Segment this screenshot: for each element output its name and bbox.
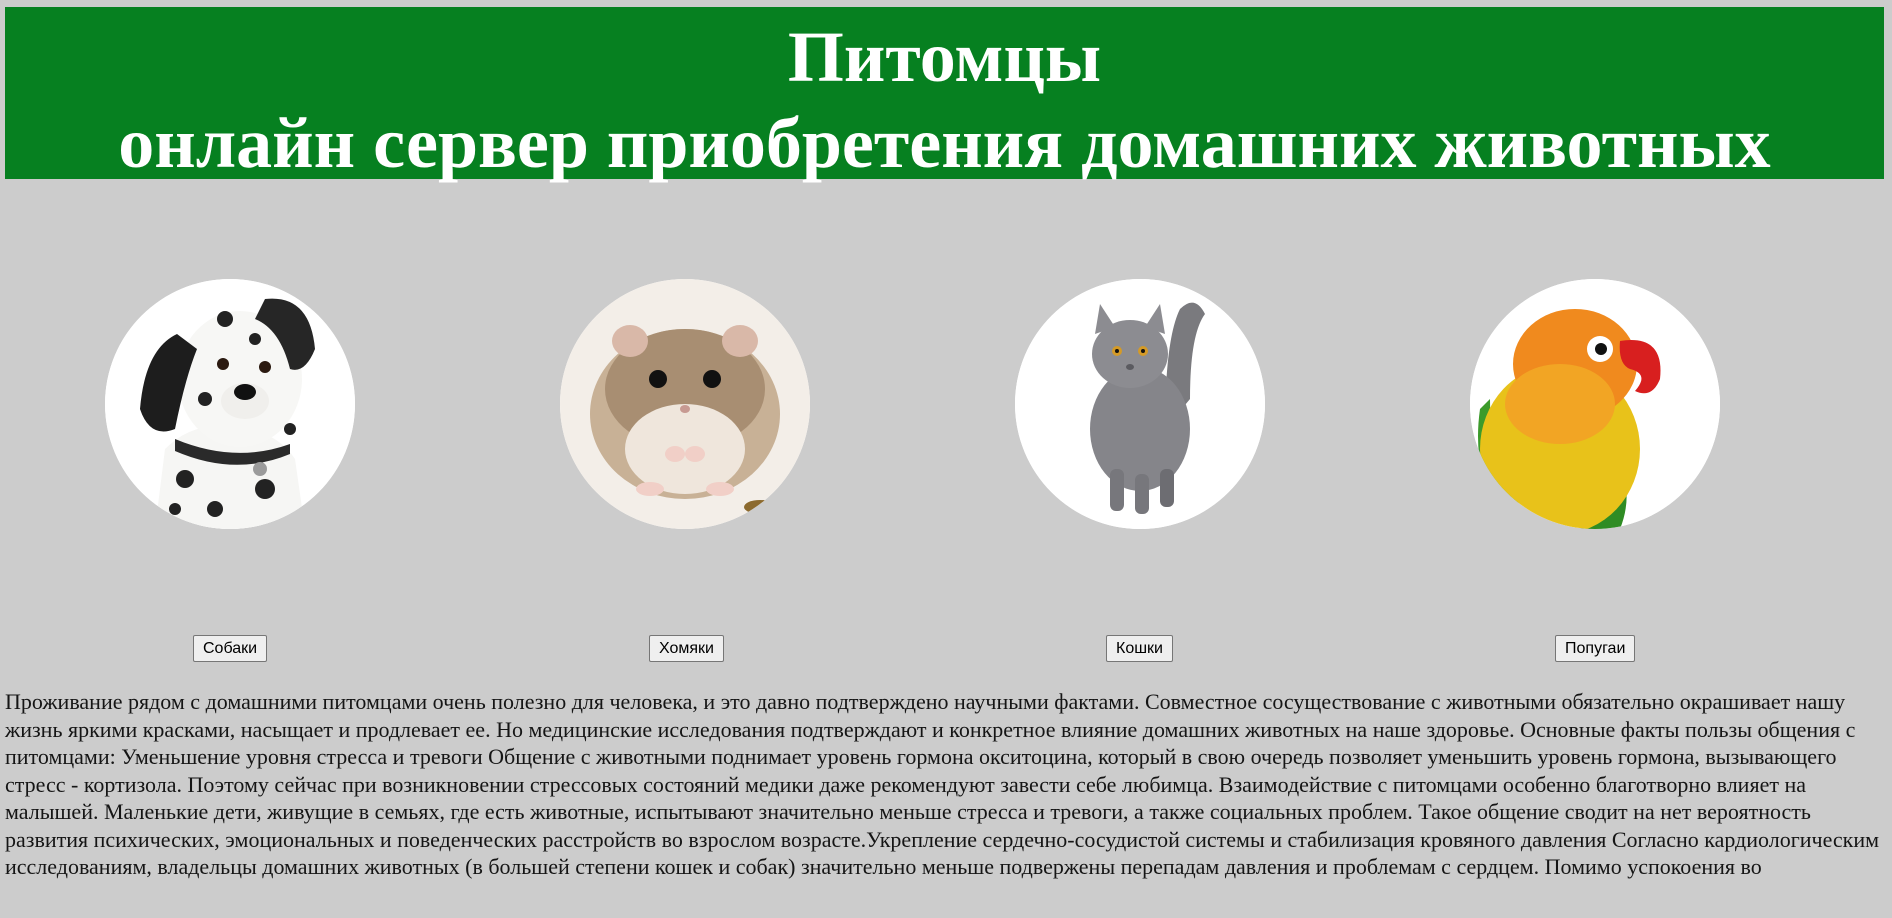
dalmatian-dog-icon[interactable] — [105, 279, 355, 529]
site-header: Питомцы онлайн сервер приобретения домаш… — [5, 7, 1884, 183]
dogs-button[interactable]: Собаки — [193, 635, 268, 662]
lovebird-parrot-icon[interactable] — [1470, 279, 1720, 529]
page-title: Питомцы — [787, 17, 1102, 97]
hamsters-button[interactable]: Хомяки — [649, 635, 724, 662]
article-text: Проживание рядом с домашними питомцами о… — [5, 689, 1880, 879]
grey-cat-icon[interactable] — [1015, 279, 1265, 529]
pet-card-dogs — [105, 279, 355, 529]
parrots-button[interactable]: Попугаи — [1555, 635, 1636, 662]
pet-card-parrots — [1470, 279, 1720, 529]
pet-card-hamsters — [560, 279, 810, 529]
page-subtitle: онлайн сервер приобретения домашних живо… — [118, 103, 1771, 183]
pet-card-cats — [1015, 279, 1265, 529]
cats-button[interactable]: Кошки — [1106, 635, 1173, 662]
hamster-icon[interactable] — [560, 279, 810, 529]
